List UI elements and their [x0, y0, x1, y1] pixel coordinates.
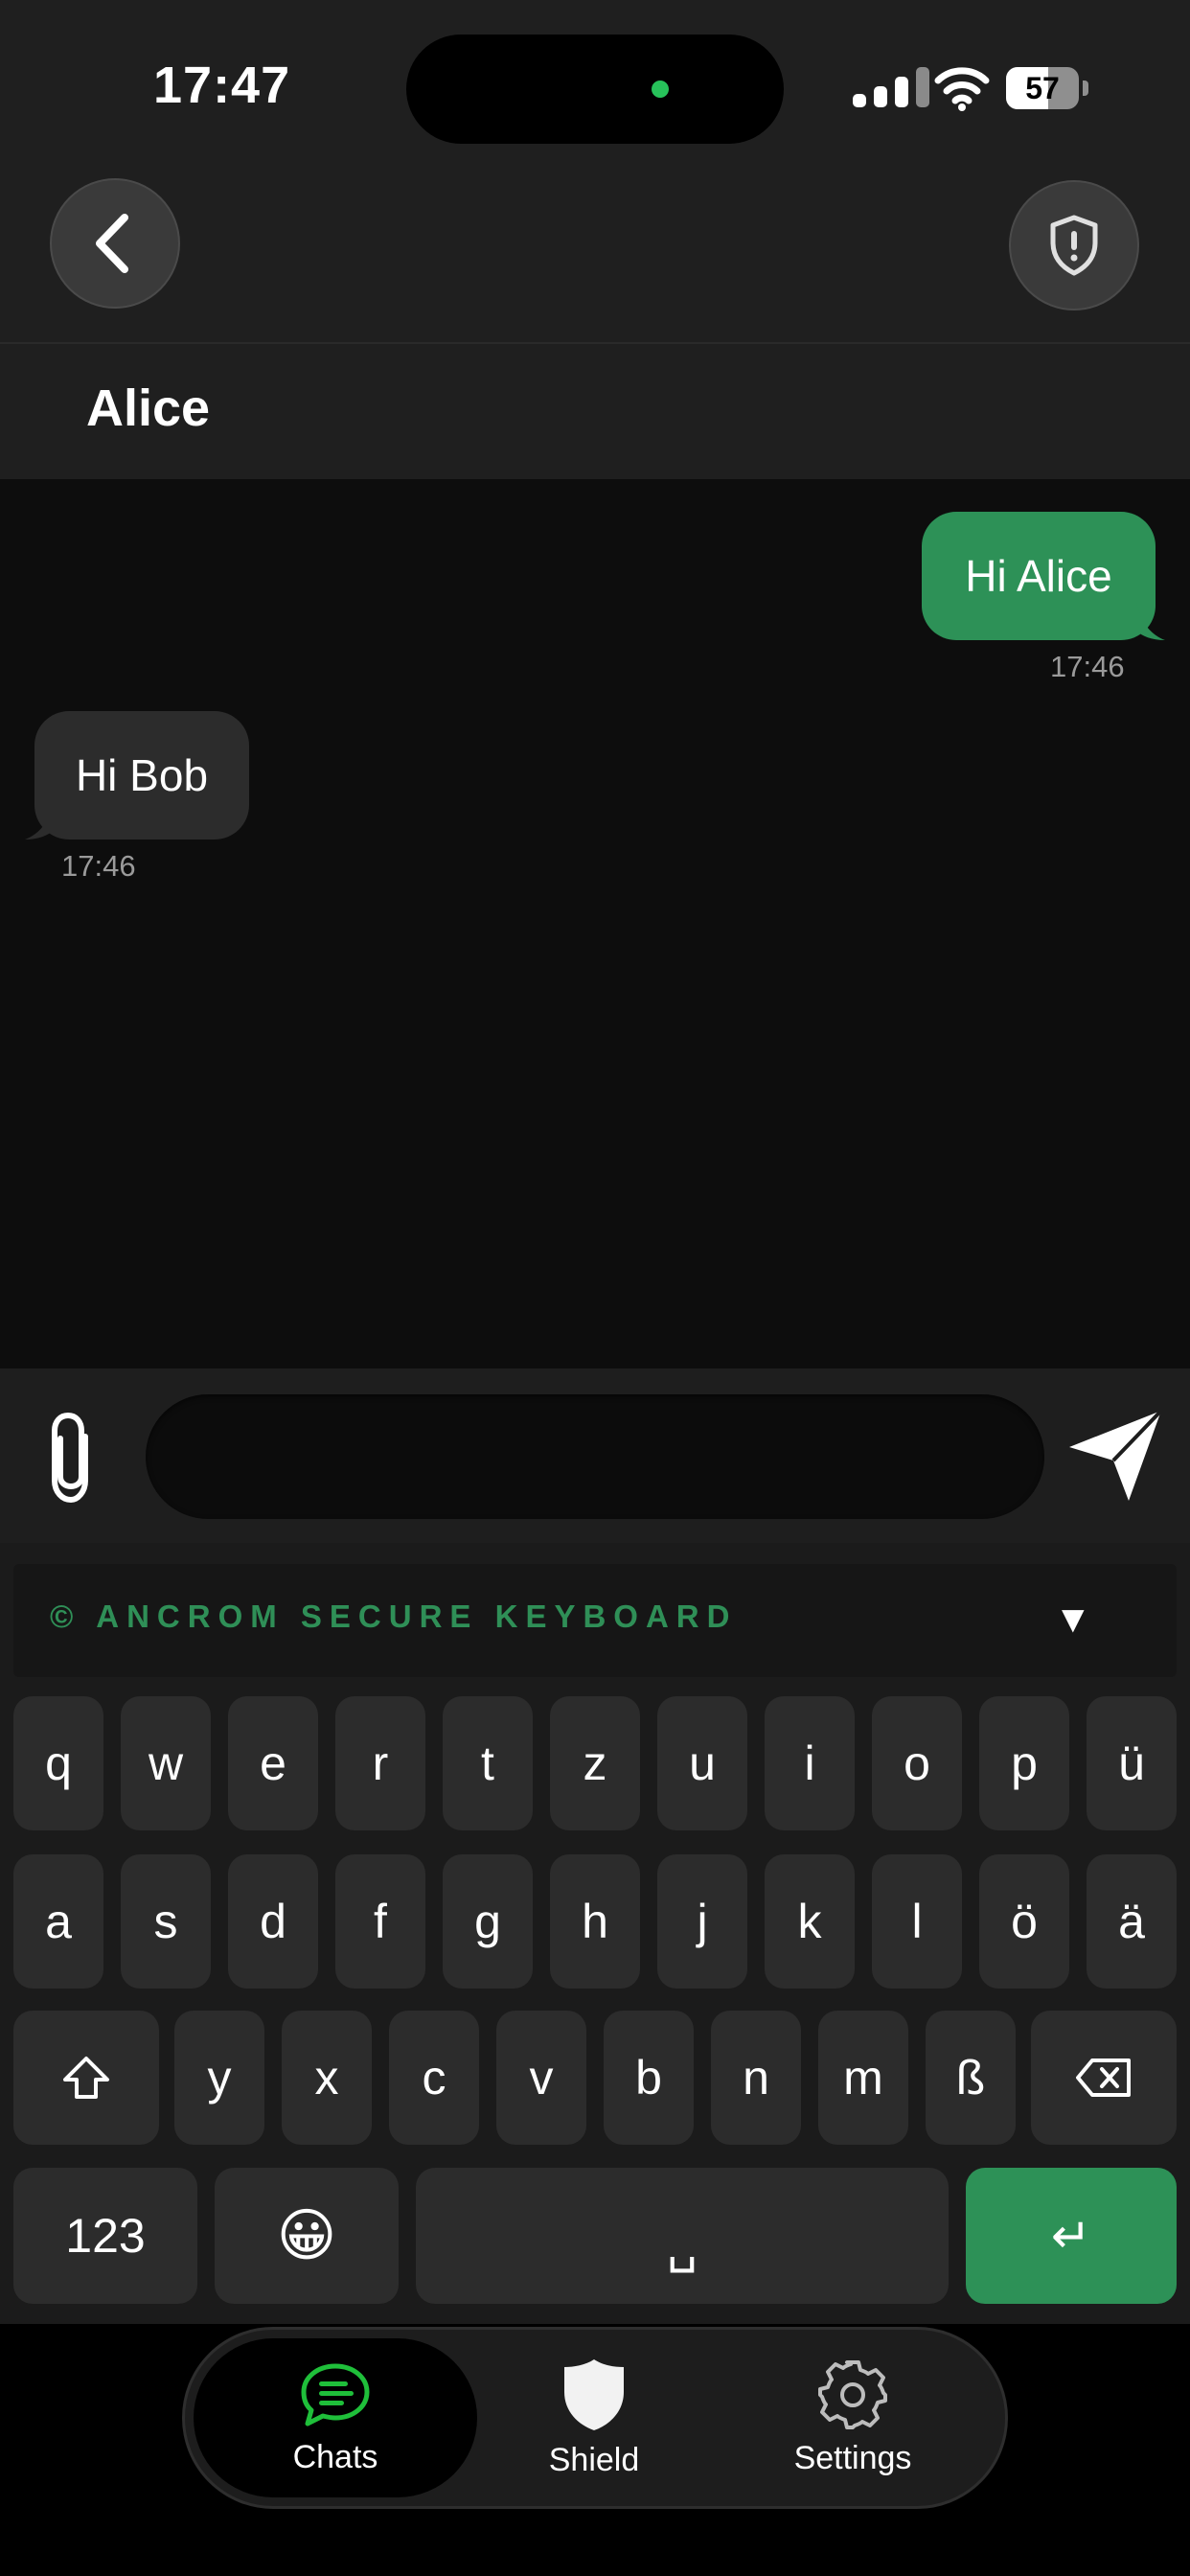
tab-chats[interactable]: Chats: [194, 2338, 477, 2497]
keyboard-collapse-button[interactable]: ▼: [1054, 1598, 1092, 1642]
emoji-key[interactable]: 😀: [215, 2168, 399, 2304]
keyboard-brand-label: © ANCROM SECURE KEYBOARD: [50, 1598, 738, 1634]
chevron-left-icon: [96, 214, 128, 273]
message-bubble-incoming[interactable]: Hi Bob: [34, 711, 249, 840]
key[interactable]: n: [711, 2011, 801, 2145]
backspace-icon: [1076, 2058, 1131, 2097]
key[interactable]: v: [496, 2011, 586, 2145]
message-timestamp: 17:46: [1050, 650, 1125, 683]
back-button[interactable]: [50, 178, 180, 309]
tab-label: Settings: [793, 2439, 912, 2476]
message-bubble-outgoing[interactable]: Hi Alice: [922, 512, 1156, 640]
key[interactable]: p: [979, 1696, 1069, 1830]
dynamic-island: [406, 34, 784, 144]
key[interactable]: ü: [1087, 1696, 1177, 1830]
bubble-tail: [1136, 602, 1165, 640]
key[interactable]: a: [13, 1854, 103, 1989]
tab-shield[interactable]: Shield: [498, 2338, 690, 2497]
key[interactable]: t: [443, 1696, 533, 1830]
status-time: 17:47: [153, 57, 291, 114]
tab-label: Chats: [292, 2438, 378, 2475]
key[interactable]: e: [228, 1696, 318, 1830]
backspace-key[interactable]: [1031, 2011, 1177, 2145]
key[interactable]: u: [657, 1696, 747, 1830]
shift-arrow-icon: [63, 2057, 109, 2099]
key[interactable]: ß: [926, 2011, 1016, 2145]
key[interactable]: r: [335, 1696, 425, 1830]
key[interactable]: w: [121, 1696, 211, 1830]
message-input[interactable]: [146, 1394, 1044, 1519]
key[interactable]: o: [872, 1696, 962, 1830]
key[interactable]: b: [604, 2011, 694, 2145]
key[interactable]: z: [550, 1696, 640, 1830]
key[interactable]: d: [228, 1854, 318, 1989]
key[interactable]: c: [389, 2011, 479, 2145]
chat-bubble-icon: [301, 2363, 370, 2426]
battery-icon: 57: [1006, 67, 1090, 109]
camera-indicator-dot: [652, 80, 669, 98]
attach-button[interactable]: [33, 1405, 109, 1510]
paperclip-icon: [52, 1412, 88, 1504]
key[interactable]: ä: [1087, 1854, 1177, 1989]
return-key[interactable]: ↵: [966, 2168, 1177, 2304]
key[interactable]: k: [765, 1854, 855, 1989]
key[interactable]: i: [765, 1696, 855, 1830]
key[interactable]: f: [335, 1854, 425, 1989]
key[interactable]: g: [443, 1854, 533, 1989]
key[interactable]: j: [657, 1854, 747, 1989]
cellular-signal-icon: [853, 67, 929, 107]
key[interactable]: m: [818, 2011, 908, 2145]
shield-alert-icon: [1050, 215, 1098, 276]
key[interactable]: s: [121, 1854, 211, 1989]
key[interactable]: ö: [979, 1854, 1069, 1989]
message-timestamp: 17:46: [61, 849, 136, 883]
space-key[interactable]: ␣: [416, 2168, 949, 2304]
key[interactable]: h: [550, 1854, 640, 1989]
bubble-tail: [25, 801, 54, 840]
security-alert-button[interactable]: [1009, 180, 1139, 310]
send-button[interactable]: [1062, 1401, 1169, 1508]
tab-settings[interactable]: Settings: [757, 2338, 949, 2497]
wifi-icon: [934, 67, 990, 111]
key[interactable]: q: [13, 1696, 103, 1830]
battery-level: 57: [1025, 71, 1060, 105]
tab-label: Shield: [548, 2441, 640, 2478]
shield-icon: [564, 2358, 624, 2430]
key[interactable]: l: [872, 1854, 962, 1989]
chat-title: Alice: [86, 380, 211, 437]
shift-key[interactable]: [13, 2011, 159, 2145]
key[interactable]: x: [282, 2011, 372, 2145]
header-divider: [0, 342, 1190, 344]
key[interactable]: y: [174, 2011, 264, 2145]
numbers-key[interactable]: 123: [13, 2168, 197, 2304]
send-icon: [1069, 1409, 1163, 1501]
gear-icon: [818, 2359, 887, 2429]
